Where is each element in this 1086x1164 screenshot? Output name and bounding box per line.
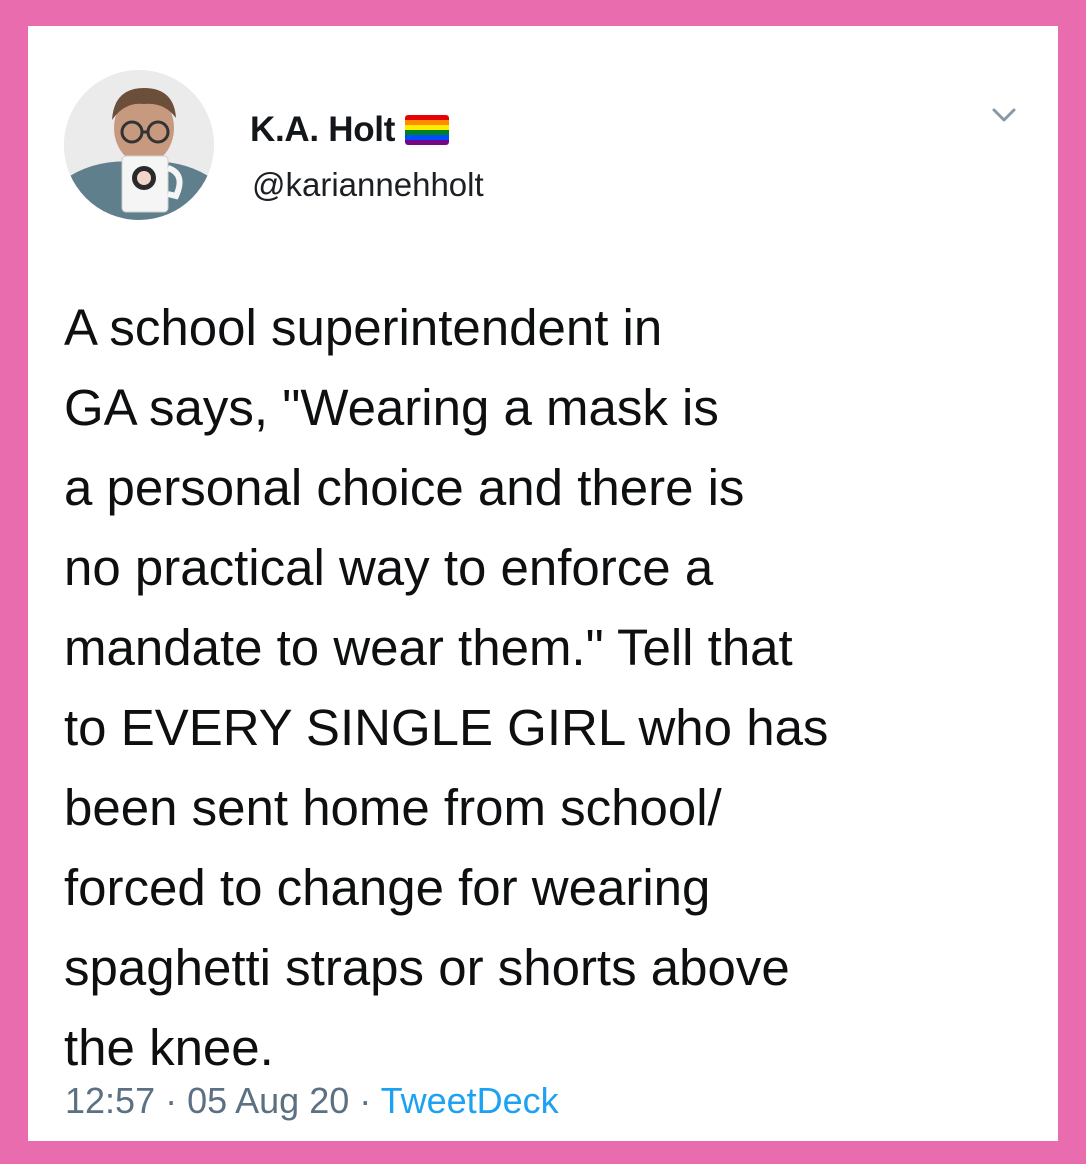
meta-separator: ·: [155, 1080, 188, 1121]
tweet-text: A school superintendent in GA says, "Wea…: [64, 299, 829, 1076]
rainbow-flag-icon: [405, 115, 450, 145]
avatar[interactable]: [64, 70, 214, 220]
display-name[interactable]: K.A. Holt: [250, 110, 395, 150]
profile-photo: [64, 70, 214, 220]
meta-separator: ·: [349, 1080, 381, 1121]
chevron-down-icon[interactable]: [984, 96, 1024, 136]
tweet-meta: 12:57 · 05 Aug 20 · TweetDeck: [65, 1080, 559, 1122]
user-handle[interactable]: @kariannehholt: [252, 166, 484, 204]
tweet-card: K.A. Holt @kariannehholt A school superi…: [28, 26, 1058, 1141]
tweet-time[interactable]: 12:57: [65, 1080, 155, 1121]
tweet-date[interactable]: 05 Aug 20: [187, 1080, 349, 1121]
tweet-source[interactable]: TweetDeck: [381, 1080, 559, 1121]
name-row: K.A. Holt: [250, 110, 450, 150]
